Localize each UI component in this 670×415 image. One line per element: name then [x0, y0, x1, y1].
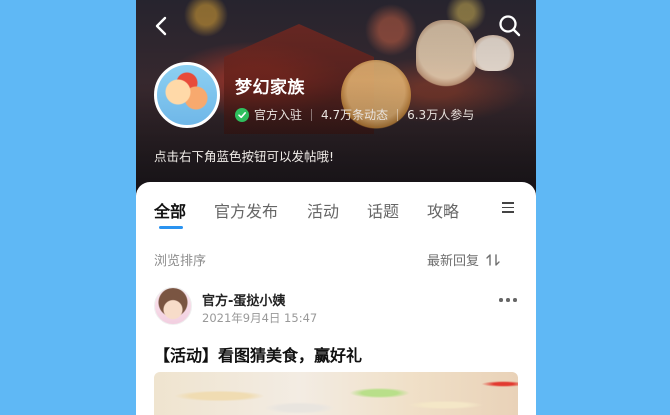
- chevron-left-icon: [155, 16, 167, 36]
- posts-count: 4.7万条动态: [321, 108, 389, 122]
- phone-screen: 梦幻家族 官方入驻 4.7万条动态 6.3万人参与 点击右下角蓝色按钮可以发帖哦…: [136, 0, 536, 415]
- more-options-icon[interactable]: [496, 294, 520, 306]
- author-avatar[interactable]: [154, 287, 192, 325]
- group-meta: 官方入驻 4.7万条动态 6.3万人参与: [235, 106, 474, 123]
- meta-divider: [311, 108, 313, 121]
- group-name: 梦幻家族: [235, 78, 305, 98]
- sort-bar: 浏览排序 最新回复: [136, 234, 536, 280]
- tab-bar: 全部 官方发布 活动 话题 攻略: [136, 182, 536, 232]
- group-avatar[interactable]: [154, 62, 220, 128]
- back-button[interactable]: [148, 12, 176, 40]
- sort-latest-reply-label: 最新回复: [427, 254, 480, 269]
- content-card: 全部 官方发布 活动 话题 攻略 浏览排序 最新回复 官方-蛋挞小姨 2021年…: [136, 182, 536, 415]
- sort-latest-reply-button[interactable]: 最新回复: [427, 250, 501, 269]
- tab-all[interactable]: 全部: [154, 198, 186, 222]
- post-timestamp: 2021年9月4日 15:47: [202, 311, 318, 325]
- post-title[interactable]: 【活动】看图猜美食，赢好礼: [154, 342, 362, 366]
- group-banner: 梦幻家族 官方入驻 4.7万条动态 6.3万人参与 点击右下角蓝色按钮可以发帖哦…: [136, 0, 536, 200]
- tab-events[interactable]: 活动: [307, 198, 339, 222]
- tab-official[interactable]: 官方发布: [214, 198, 278, 222]
- tab-guides[interactable]: 攻略: [427, 198, 459, 222]
- post-author[interactable]: 官方-蛋挞小姨: [202, 290, 285, 309]
- sort-arrows-icon: [486, 253, 500, 266]
- participants-count: 6.3万人参与: [407, 108, 475, 122]
- tab-menu-icon[interactable]: [500, 199, 518, 215]
- active-tab-indicator: [159, 226, 183, 229]
- search-button[interactable]: [496, 12, 524, 40]
- browse-sort-label[interactable]: 浏览排序: [154, 250, 206, 269]
- search-icon: [499, 15, 521, 37]
- verified-check-icon: [235, 107, 249, 122]
- group-notice: 点击右下角蓝色按钮可以发帖哦!: [154, 149, 335, 164]
- tab-topics[interactable]: 话题: [367, 198, 399, 222]
- meta-divider: [397, 108, 399, 121]
- post-image[interactable]: [154, 372, 518, 415]
- official-label: 官方入驻: [254, 108, 303, 122]
